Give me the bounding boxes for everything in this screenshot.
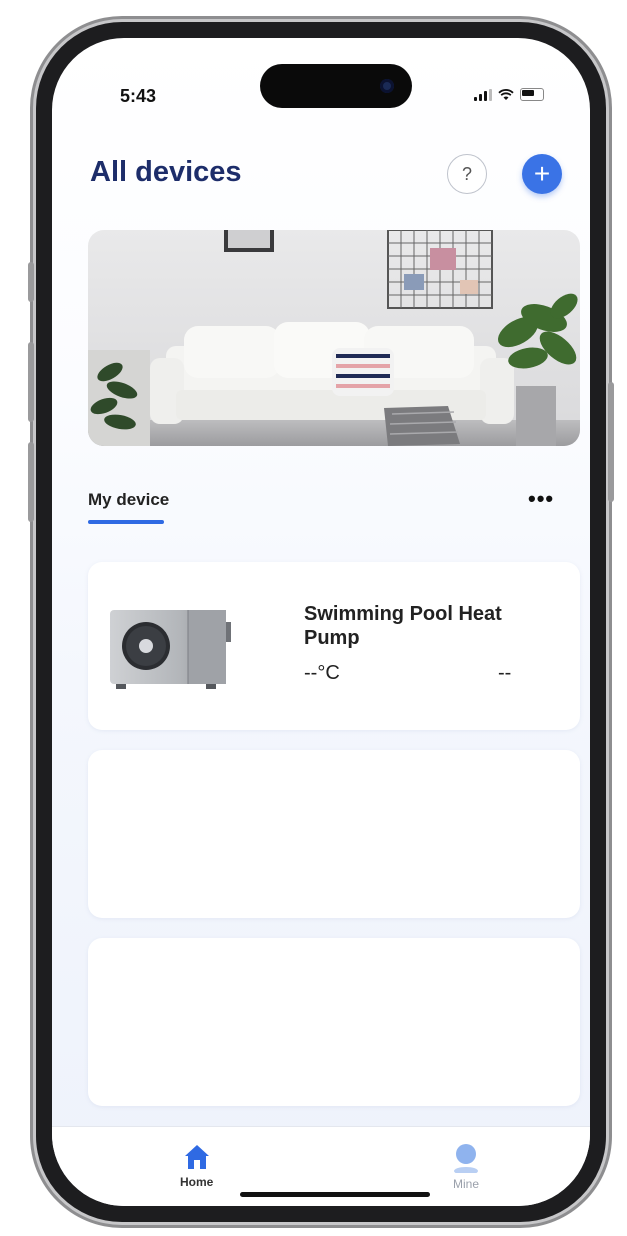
- tab-home-label: Home: [180, 1175, 214, 1189]
- heat-pump-unit-icon: [110, 610, 231, 689]
- camera-icon: [380, 79, 394, 93]
- home-indicator[interactable]: [240, 1192, 430, 1197]
- device-status: --: [498, 662, 512, 684]
- wifi-icon: [498, 88, 514, 100]
- help-button[interactable]: ?: [447, 154, 487, 194]
- tab-home[interactable]: Home: [180, 1143, 213, 1189]
- device-temperature: --°C: [304, 662, 340, 684]
- plus-icon: +: [533, 158, 551, 189]
- status-icons: [474, 88, 544, 101]
- living-room-illustration: [88, 230, 580, 446]
- power-button: [608, 382, 614, 502]
- more-options-button[interactable]: •••: [528, 486, 554, 512]
- dynamic-island: [260, 64, 412, 108]
- app-screen: 5:43 All devices ? + My device ••• Swimm…: [52, 38, 590, 1206]
- volume-up-button: [28, 342, 34, 422]
- empty-device-slot: [88, 938, 580, 1106]
- silent-switch: [28, 262, 34, 302]
- user-icon: [454, 1144, 478, 1173]
- device-card[interactable]: Swimming Pool Heat Pump --°C --: [88, 562, 580, 730]
- phone-frame: 5:43 All devices ? + My device ••• Swimm…: [28, 22, 614, 1222]
- my-device-tab[interactable]: My device: [88, 490, 169, 510]
- volume-down-button: [28, 442, 34, 522]
- home-icon: [184, 1145, 209, 1169]
- empty-device-slot: [88, 750, 580, 918]
- question-circle-icon: ?: [461, 163, 472, 184]
- tab-mine[interactable]: Mine: [450, 1143, 482, 1191]
- tab-indicator: [88, 520, 164, 524]
- add-device-button[interactable]: +: [522, 154, 562, 194]
- tab-mine-label: Mine: [452, 1177, 479, 1191]
- page-title: All devices: [90, 156, 242, 188]
- room-banner[interactable]: [88, 230, 580, 446]
- status-time: 5:43: [120, 86, 157, 106]
- device-name: Swimming Pool Heat Pump: [304, 603, 502, 649]
- battery-icon: [520, 88, 544, 101]
- signal-icon: [474, 88, 492, 101]
